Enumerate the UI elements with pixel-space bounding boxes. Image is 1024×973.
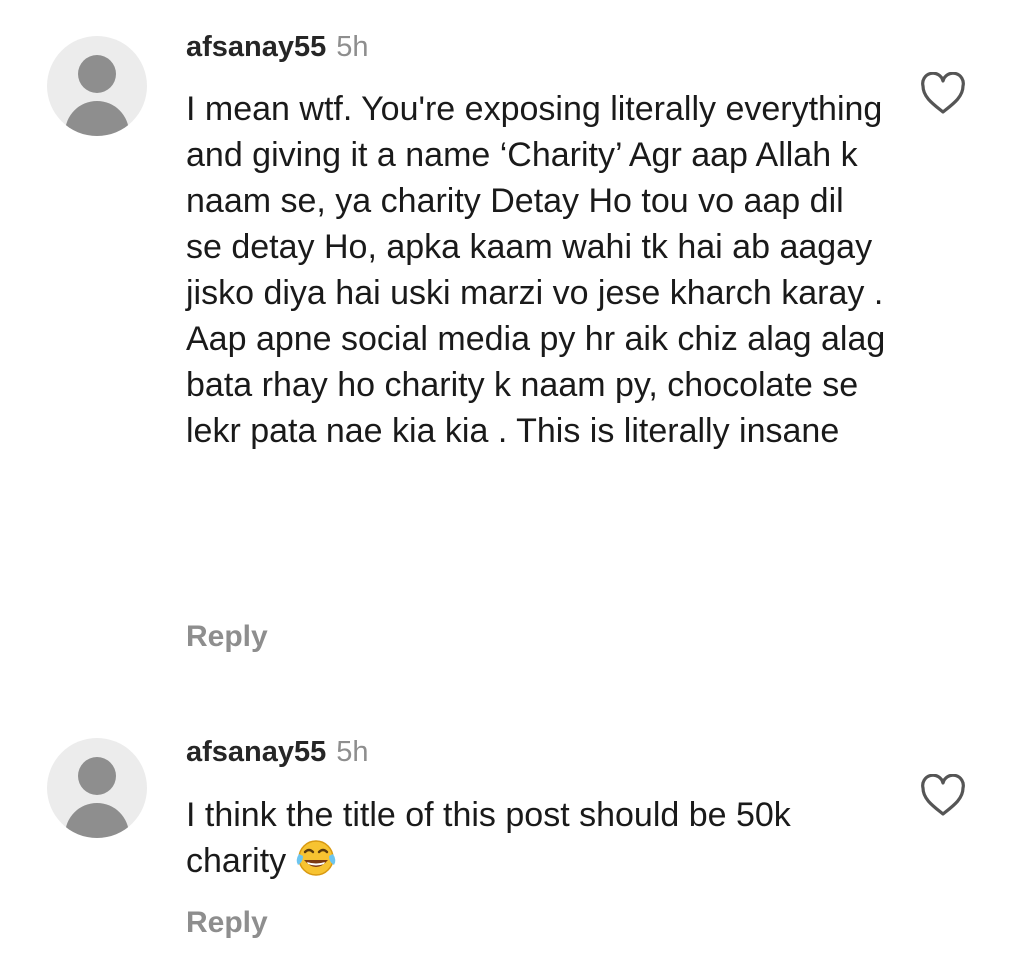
like-button[interactable] [919,71,967,116]
comment-text: I mean wtf. You're exposing literally ev… [186,90,886,450]
reply-button[interactable]: Reply [186,620,268,654]
comment-text: I think the title of this post should be… [186,792,886,890]
comment-text-body: I think the title of this post should be… [186,796,791,880]
avatar-body-shape [65,101,129,136]
timestamp: 5h [336,736,369,768]
avatar[interactable] [47,738,147,838]
reply-button[interactable]: Reply [186,906,268,940]
avatar-body-shape [65,803,129,838]
username[interactable]: afsanay55 [186,736,326,768]
comment-meta: afsanay55 5h [186,30,369,64]
avatar-head-shape [78,55,116,93]
avatar[interactable] [47,36,147,136]
username[interactable]: afsanay55 [186,31,326,63]
avatar-head-shape [78,757,116,795]
like-button[interactable] [919,773,967,818]
face-with-tears-of-joy-icon [294,838,338,890]
comment-meta: afsanay55 5h [186,735,369,769]
heart-outline-icon [921,773,965,816]
timestamp: 5h [336,31,369,63]
heart-outline-icon [921,71,965,114]
